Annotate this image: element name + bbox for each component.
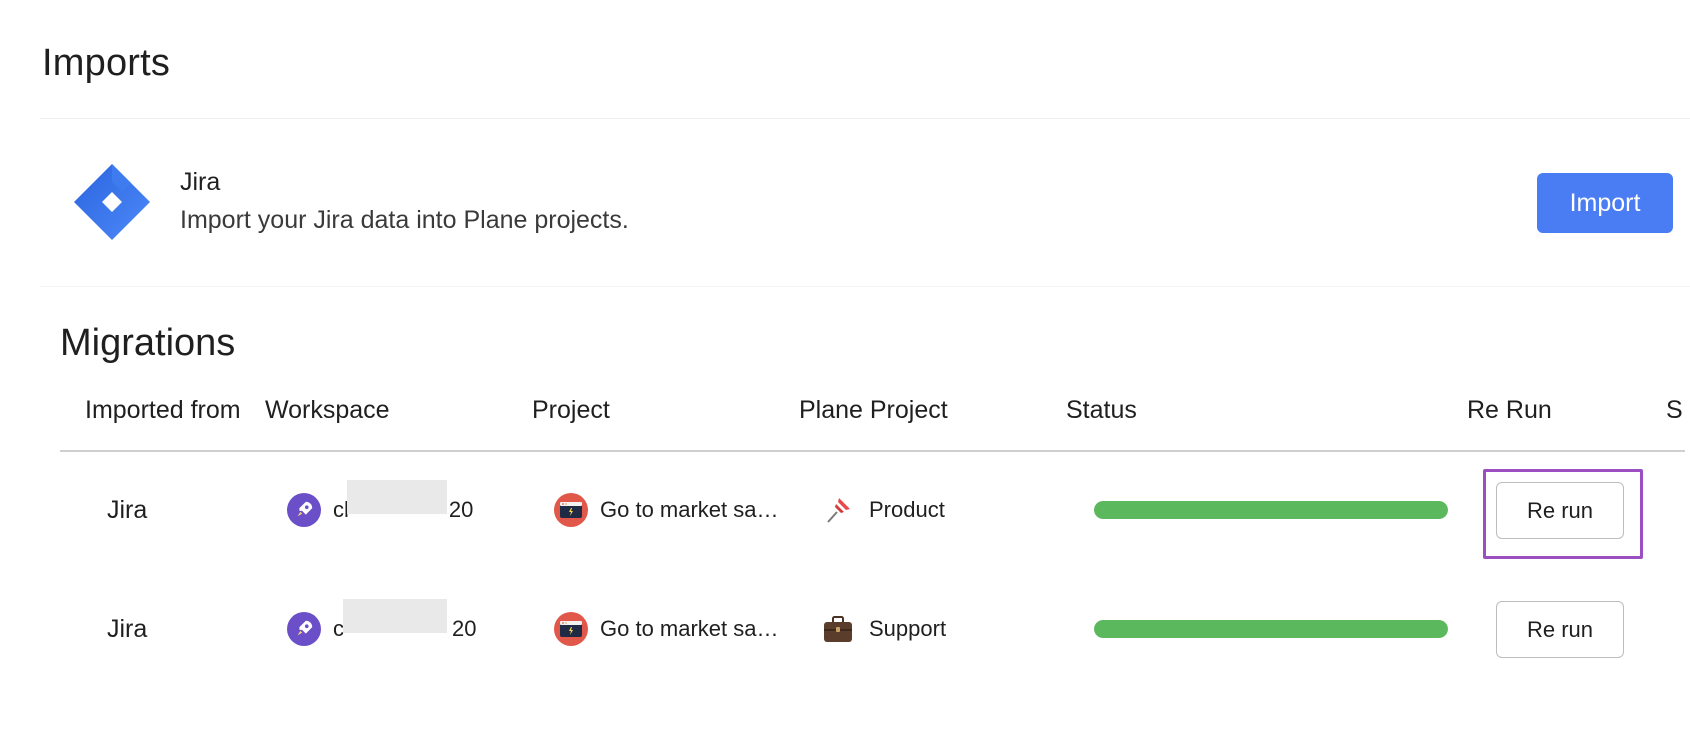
rerun-button[interactable]: Re run [1496,482,1624,539]
table-row: Jira c 20 Go to market sa… Support Re ru… [0,584,1690,674]
plane-project-cell: Product [821,465,945,555]
workspace-name: cl 20 [333,480,474,523]
provider-description: Import your Jira data into Plane project… [180,206,629,234]
column-header-status: Status [1066,396,1137,424]
column-header-project: Project [532,396,610,424]
imported-from-cell: Jira [107,614,148,643]
imports-page: Imports Jira Import your Jira data into … [0,0,1690,730]
column-header-imported-from: Imported from [85,396,241,424]
workspace-name-suffix: 20 [452,616,477,641]
redacted-block [343,599,447,633]
plane-project-cell: Support [821,584,946,674]
browser-window-icon [554,493,588,527]
provider-name: Jira [180,168,221,196]
rocket-icon [287,612,321,646]
table-header-rule [60,450,1685,452]
page-title: Imports [42,42,171,84]
redacted-block [347,480,447,514]
column-header-truncated: S [1666,396,1683,424]
pushpin-icon [821,493,855,527]
project-name: Go to market sa… [600,497,779,522]
divider [40,118,1690,119]
status-progress-bar [1094,620,1448,638]
import-button[interactable]: Import [1537,173,1673,233]
column-header-rerun: Re Run [1467,396,1552,424]
column-header-plane-project: Plane Project [799,396,948,424]
project-name: Go to market sa… [600,616,779,641]
browser-window-icon [554,612,588,646]
workspace-cell: c 20 [287,584,476,674]
workspace-name-suffix: 20 [448,497,474,522]
status-progress-fill [1094,501,1448,519]
rerun-button[interactable]: Re run [1496,601,1624,658]
rocket-icon [287,493,321,527]
jira-logo-icon [74,164,150,240]
workspace-cell: cl 20 [287,465,473,555]
column-header-workspace: Workspace [265,396,390,424]
divider [40,286,1690,287]
project-cell: Go to market sa… [554,465,780,555]
briefcase-icon [821,612,855,646]
migrations-title: Migrations [60,322,236,364]
status-progress-bar [1094,501,1448,519]
status-progress-fill [1094,620,1448,638]
plane-project-name: Support [869,616,947,641]
plane-project-name: Product [869,497,945,522]
table-row: Jira cl 20 Go to market sa… Product Re r… [0,465,1690,555]
imported-from-cell: Jira [107,495,148,524]
project-cell: Go to market sa… [554,584,780,674]
workspace-name: c 20 [333,599,477,642]
